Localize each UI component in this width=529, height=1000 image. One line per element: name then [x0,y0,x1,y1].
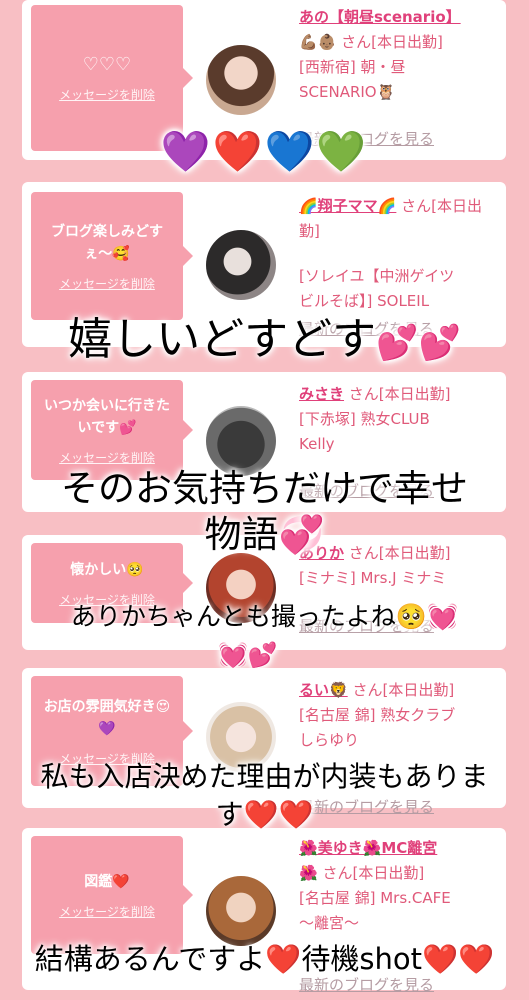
message-text: お店の雰囲気好き😍💜 [43,698,171,737]
shop-line: 〜離宮〜 [299,914,360,932]
shop-line: しらゆり [299,731,360,749]
attendance-status: さん[本日出勤] [352,681,455,699]
delete-message-link[interactable]: メッセージを削除 [59,275,155,292]
shop-line: [ミナミ] Mrs.J ミナミ [299,569,447,587]
overlay-caption: そのお気持ちだけで幸せ 物語💞 [0,466,529,558]
message-text: ♡♡♡ [82,53,132,75]
profile-name-link[interactable]: みさき [299,385,344,403]
message-text: 図鑑❤️ [84,873,130,890]
profile-name-link[interactable]: 🌺美ゆき🌺MC離宮 [299,839,437,857]
name-emoji: 💪🏽👶🏽 [299,33,337,51]
hearts-row-overlay: 💜❤️💙💚 [160,129,369,175]
avatar[interactable] [206,45,276,115]
profile-info: 🌈翔子ママ🌈 さん[本日出勤] [ソレイユ【中洲ゲイツ ビルそば】] SOLEI… [299,194,499,314]
avatar[interactable] [206,230,276,300]
message-text: 懐かしい🥺 [70,561,144,578]
caption-text: す❤️❤️ [215,798,314,831]
delete-message-link[interactable]: メッセージを削除 [59,86,155,103]
attendance-status: さん[本日出勤] [348,385,451,403]
attendance-status: さん[本日出勤] [322,864,425,882]
attendance-status: さん[本日出勤] [341,33,443,51]
shop-line: [ソレイユ【中洲ゲイツ [299,267,455,285]
caption-text: そのお気持ちだけで幸せ [61,467,468,510]
shop-line: [西新宿] 朝・昼 [299,58,406,76]
caption-text: 私も入店決めた理由が内装もありま [40,760,489,793]
profile-name-link[interactable]: るい🦁 [299,681,348,699]
pink-hearts-emoji: 💕💕 [376,323,461,363]
shop-line: Kelly [299,435,335,453]
caption-text: 物語💞 [204,513,325,556]
shop-line: [下赤塚] 熟女CLUB [299,410,430,428]
overlay-caption: 嬉しいどすどす💕💕 [0,303,529,367]
message-text: ブログ楽しみどすぇ〜🥰 [51,223,163,262]
shop-line: [名古屋 錦] 熟女クラブ [299,706,456,724]
delete-message-link[interactable]: メッセージを削除 [59,449,155,466]
caption-text: ありかちゃんとも撮ったよね🥺💓 [70,602,459,631]
message-bubble: ブログ楽しみどすぇ〜🥰 メッセージを削除 [31,192,193,320]
overlay-caption: 結構あるんですよ❤️待機shot❤️❤️ [34,942,495,976]
overlay-caption: 私も入店決めた理由が内装もありま す❤️❤️ [0,758,529,834]
profile-info: 🌺美ゆき🌺MC離宮 🌺 さん[本日出勤] [名古屋 錦] Mrs.CAFE 〜離… [299,836,499,936]
shop-line: SCENARIO🦉 [299,83,396,101]
profile-info: あの【朝昼scenario】 💪🏽👶🏽 さん[本日出勤] [西新宿] 朝・昼 S… [299,5,499,105]
profile-info: るい🦁 さん[本日出勤] [名古屋 錦] 熟女クラブ しらゆり [299,678,499,753]
message-bubble: いつか会いに行きたいです💕 メッセージを削除 [31,380,193,480]
shop-line: [名古屋 錦] Mrs.CAFE [299,889,451,907]
name-emoji: 🌺 [299,864,318,882]
delete-message-link[interactable]: メッセージを削除 [59,903,155,920]
message-text: いつか会いに行きたいです💕 [44,397,170,436]
overlay-caption: ありかちゃんとも撮ったよね🥺💓 💓💕 [0,598,529,674]
profile-name-link[interactable]: あの【朝昼scenario】 [299,8,461,26]
caption-text: 嬉しいどすどす [68,314,377,365]
pink-hearts-emoji: 💓💕 [218,641,278,669]
profile-name-link[interactable]: 🌈翔子ママ🌈 [299,197,396,215]
profile-info: みさき さん[本日出勤] [下赤塚] 熟女CLUB Kelly [299,382,499,457]
